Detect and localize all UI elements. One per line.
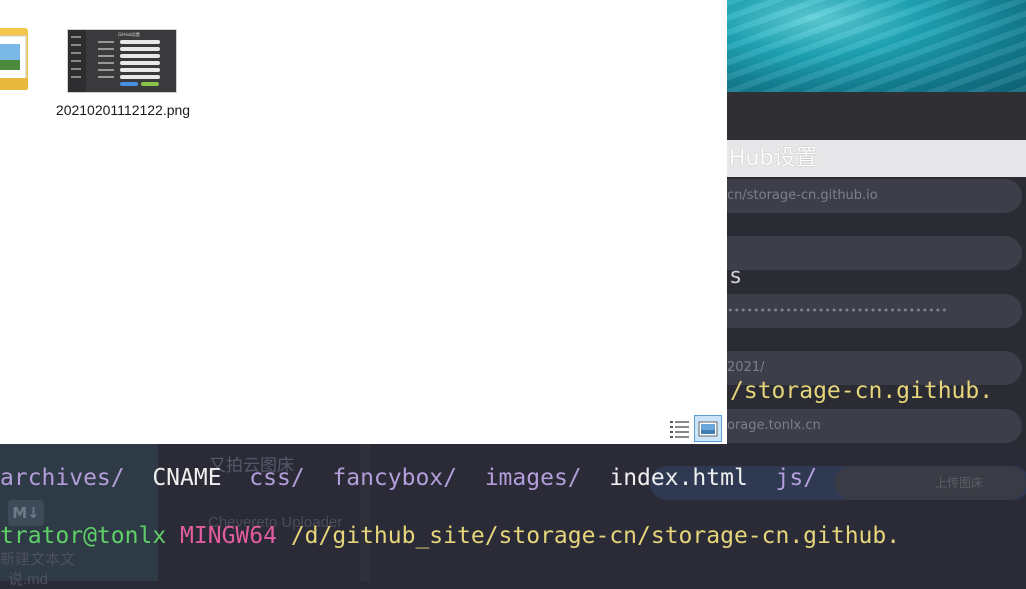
ls-index-html: index.html	[609, 465, 748, 491]
shell-prompt-line: trator@tonlx MINGW64 /d/github_site/stor…	[0, 523, 900, 549]
settings-title: Hub设置	[729, 146, 818, 171]
ls-fancybox: fancybox/	[332, 465, 457, 491]
app-header-band	[727, 92, 1026, 140]
folder-icon[interactable]	[0, 22, 28, 90]
png-thumbnail[interactable]: GitHub设置	[67, 29, 177, 93]
ls-images: images/	[484, 465, 582, 491]
large-icons-view-button[interactable]	[694, 415, 722, 442]
md-file-name: 新建文本文	[0, 551, 76, 568]
branch-field[interactable]	[700, 236, 1022, 270]
ls-archives: archives/	[0, 465, 125, 491]
prompt-user: trator@tonlx	[0, 523, 167, 549]
token-label: s	[729, 264, 743, 289]
ls-js: js/	[775, 465, 818, 491]
ls-cname: CNAME	[152, 465, 222, 491]
prompt-env: MINGW64	[180, 523, 277, 549]
token-field[interactable]: ••••••••••••••••••••••••••••••••••	[700, 294, 1022, 328]
md-file-name-2: 说.md	[8, 571, 49, 588]
details-view-icon[interactable]	[668, 416, 692, 440]
repo-field[interactable]: cn/storage-cn.github.io	[700, 179, 1022, 213]
prompt-path: /d/github_site/storage-cn/storage-cn.git…	[290, 523, 901, 549]
domain-field[interactable]: orage.tonlx.cn	[700, 409, 1022, 443]
thumbnail-title: GitHub设置	[118, 32, 140, 37]
upload-button[interactable]: 上传图床	[835, 466, 1026, 500]
ls-css: css/	[249, 465, 305, 491]
settings-title-bar: Hub设置	[727, 140, 1026, 177]
large-icons-icon	[698, 421, 718, 437]
file-explorer-window: GitHub设置 20210201112122.png	[0, 0, 727, 444]
desktop-wallpaper	[727, 0, 1026, 92]
terminal-prev-path: /storage-cn.github.	[730, 378, 994, 404]
file-name-label[interactable]: 20210201112122.png	[55, 100, 191, 120]
ls-output-line: archives/ CNAME css/ fancybox/ images/ i…	[0, 465, 817, 491]
